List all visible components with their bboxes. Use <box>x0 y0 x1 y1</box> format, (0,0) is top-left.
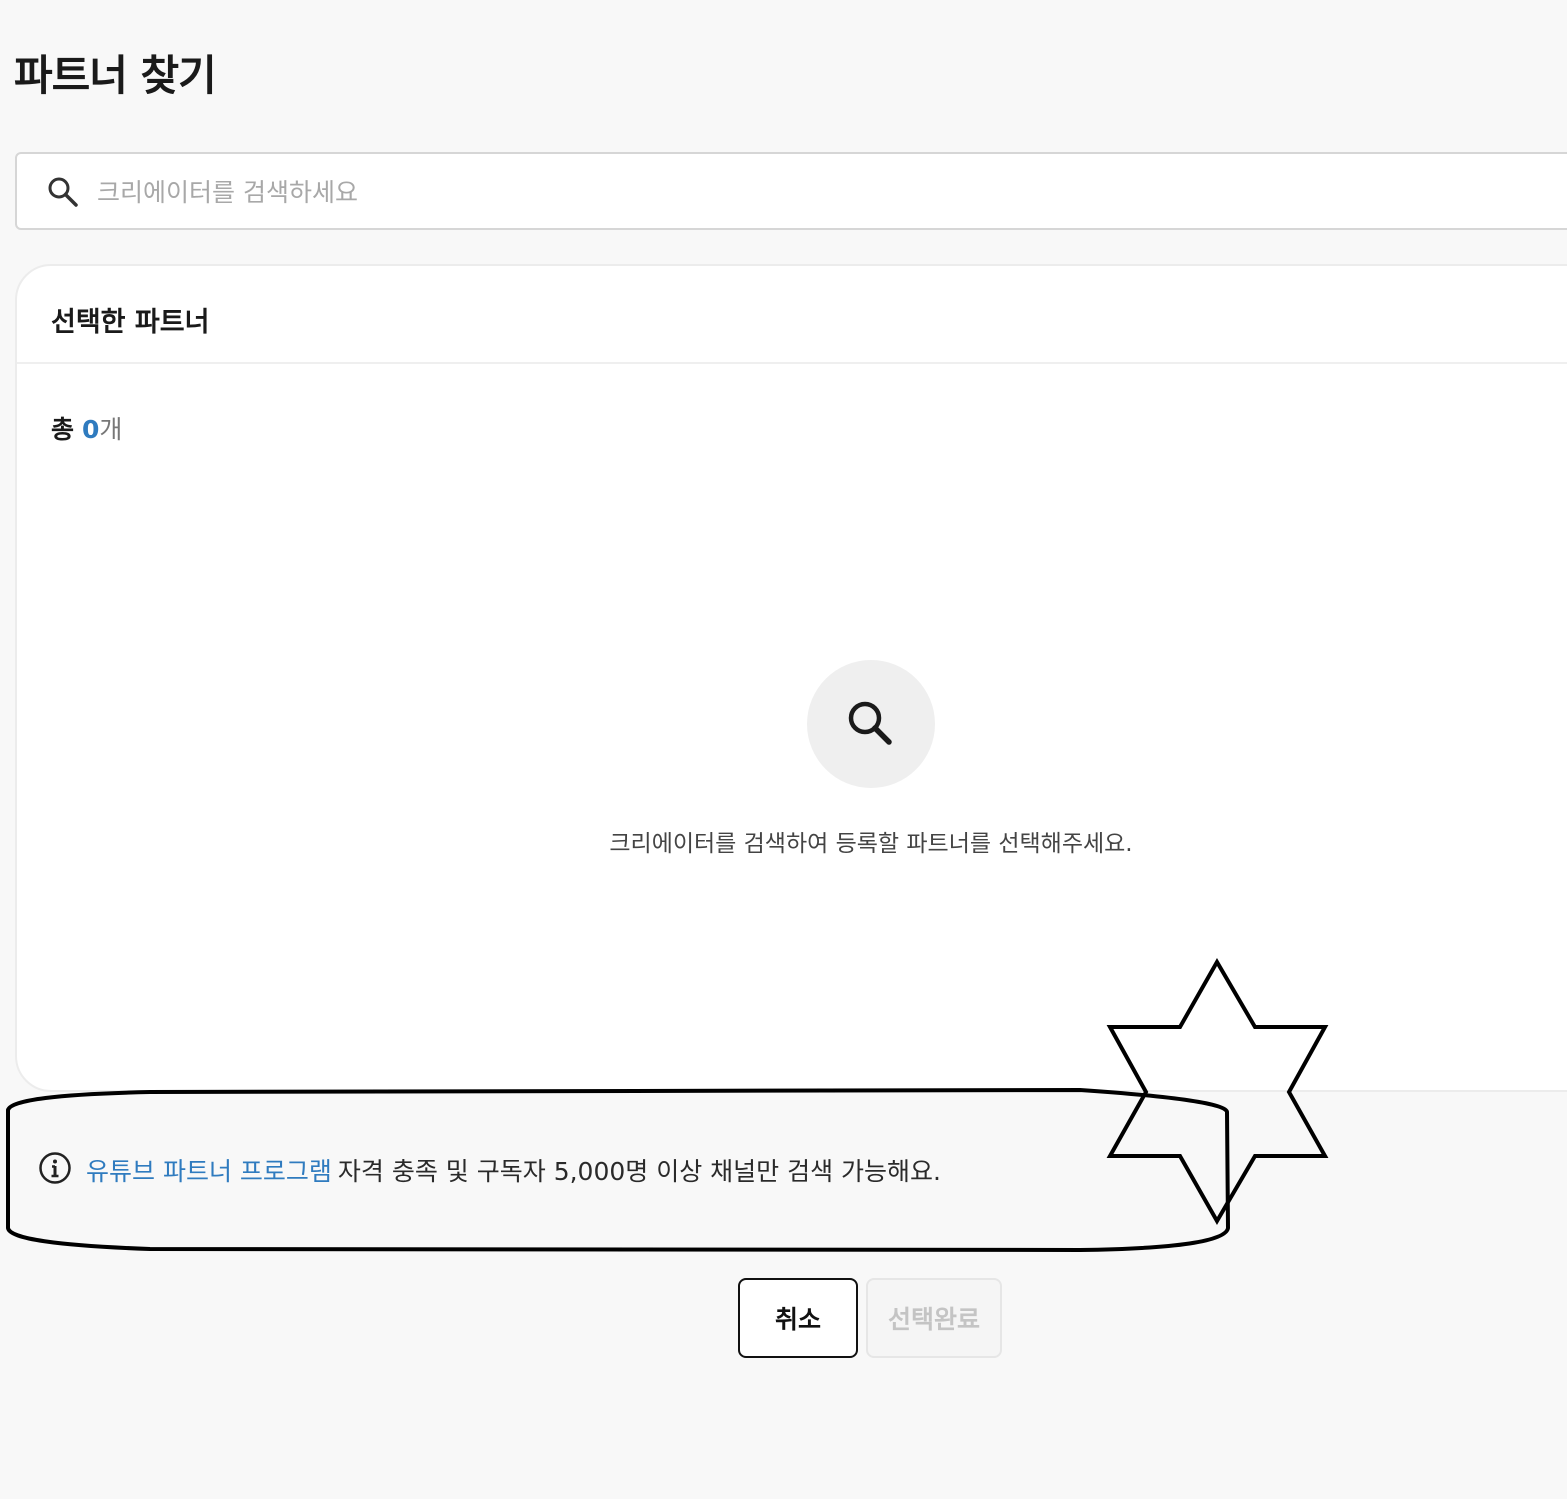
empty-state-icon-wrapper <box>807 660 935 788</box>
search-icon <box>848 701 892 745</box>
selected-count: 총 0개 <box>51 410 122 446</box>
youtube-partner-program-link[interactable]: 유튜브 파트너 프로그램 <box>86 1157 332 1186</box>
count-value: 0 <box>82 415 100 444</box>
cancel-button[interactable]: 취소 <box>738 1278 858 1358</box>
panel-title: 선택한 파트너 <box>51 307 210 338</box>
selected-partners-panel: 선택한 파트너 총 0개 크리에이터를 검색하여 등록할 파트너를 선택해주세요. <box>15 264 1567 1092</box>
select-complete-button[interactable]: 선택완료 <box>866 1278 1002 1358</box>
search-bar[interactable] <box>15 152 1567 230</box>
panel-divider <box>17 362 1567 364</box>
count-label: 총 <box>51 415 75 444</box>
empty-state-message: 크리에이터를 검색하여 등록할 파트너를 선택해주세요. <box>609 831 1133 857</box>
notice-text: 자격 충족 및 구독자 5,000명 이상 채널만 검색 가능해요. <box>337 1157 941 1186</box>
search-icon <box>47 176 79 208</box>
eligibility-notice: 유튜브 파트너 프로그램 자격 충족 및 구독자 5,000명 이상 채널만 검색… <box>38 1152 941 1191</box>
info-icon <box>38 1151 72 1191</box>
count-unit: 개 <box>99 415 123 444</box>
page-title: 파트너 찾기 <box>14 51 217 101</box>
search-input[interactable] <box>95 168 1299 216</box>
